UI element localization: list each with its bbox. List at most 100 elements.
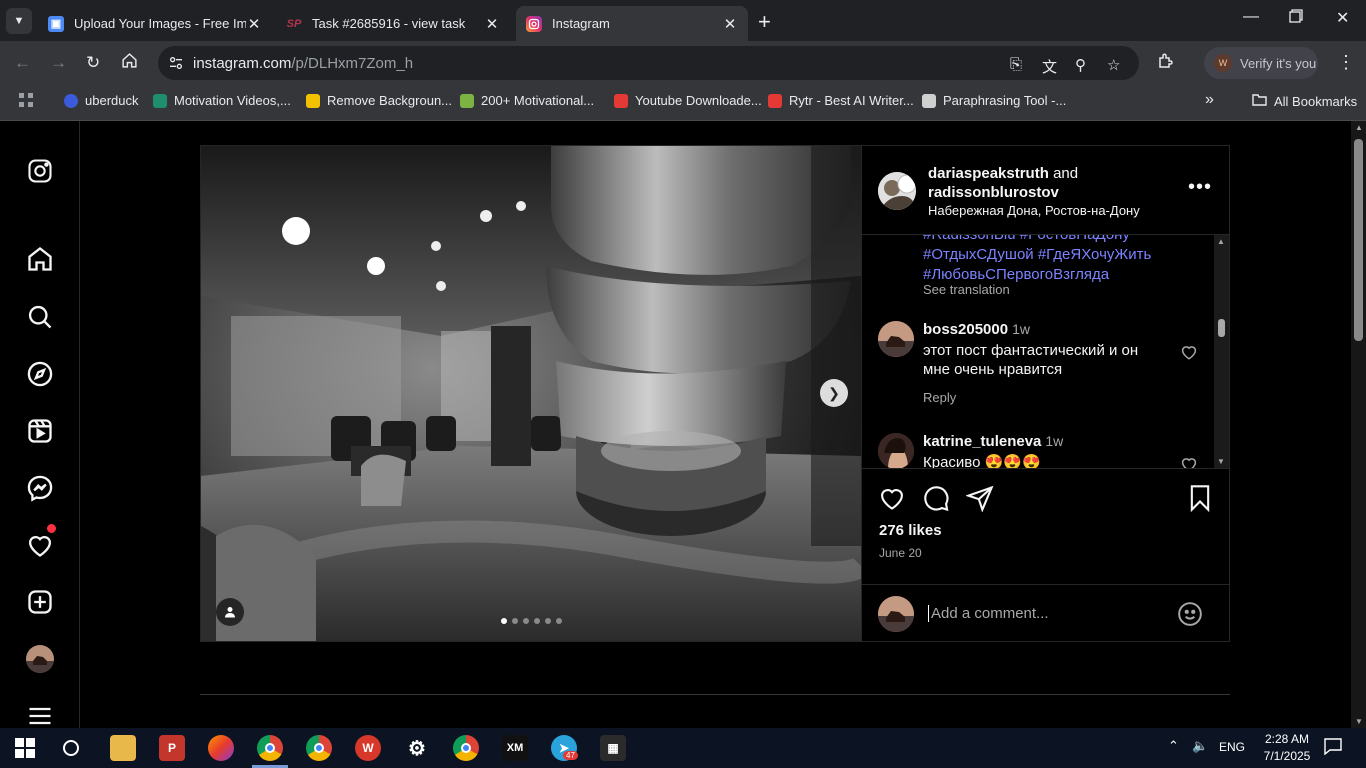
new-tab-button[interactable]: + <box>758 9 771 35</box>
search-icon[interactable] <box>26 303 54 331</box>
system-clock[interactable]: 2:28 AM 7/1/2025 <box>1259 731 1315 765</box>
close-window-icon[interactable]: ✕ <box>1336 8 1349 28</box>
create-post-icon[interactable] <box>26 588 54 616</box>
save-bookmark-icon[interactable] <box>1186 484 1214 513</box>
minimize-icon[interactable]: — <box>1243 8 1259 26</box>
post-options-icon[interactable]: ••• <box>1188 176 1212 199</box>
post-date[interactable]: June 20 <box>879 546 922 560</box>
page-scrollbar-thumb[interactable] <box>1354 139 1363 341</box>
bookmark-uberduck[interactable]: uberduck <box>64 93 138 108</box>
zoom-icon[interactable]: ⚲ <box>1075 56 1086 74</box>
tab-instagram[interactable]: Instagram ✕ <box>516 6 748 41</box>
coauthor-username[interactable]: radissonblurostov <box>928 184 1059 201</box>
tray-overflow-icon[interactable]: ⌃ <box>1168 738 1179 754</box>
address-bar[interactable]: instagram.com/p/DLHxm7Zom_h ⎘ 文 ⚲ ☆ <box>158 46 1139 80</box>
reload-icon[interactable]: ↻ <box>86 53 100 73</box>
file-explorer-icon[interactable] <box>110 735 136 761</box>
windows-start-icon[interactable] <box>12 735 38 761</box>
back-arrow-icon[interactable]: ← <box>14 53 31 73</box>
explore-icon[interactable] <box>26 360 54 388</box>
like-heart-icon[interactable] <box>878 484 906 512</box>
carousel-next-button[interactable]: ❯ <box>820 379 848 407</box>
wps-presentation-icon[interactable]: P <box>159 735 185 761</box>
site-info-icon[interactable] <box>168 55 184 76</box>
bookmark-rytr[interactable]: Rytr - Best AI Writer... <box>768 93 914 108</box>
notifications-center-icon[interactable] <box>1324 737 1342 758</box>
commenter-avatar[interactable] <box>878 321 914 357</box>
settings-gear-icon[interactable]: ⚙ <box>404 735 430 761</box>
like-comment-icon[interactable] <box>1180 455 1198 468</box>
likes-count[interactable]: 276 likes <box>879 522 942 539</box>
reels-icon[interactable] <box>26 417 54 445</box>
notifications-heart-icon[interactable] <box>26 531 54 559</box>
close-tab-icon[interactable]: ✕ <box>484 15 500 33</box>
reply-button[interactable]: Reply <box>923 390 956 405</box>
comment-time[interactable]: 1w <box>1012 321 1030 337</box>
tab-task[interactable]: SP Task #2685916 - view task ✕ <box>276 6 510 41</box>
comment-user[interactable]: boss205000 <box>923 321 1008 338</box>
page-scrollbar[interactable]: ▲ ▼ <box>1351 121 1366 728</box>
post-photo[interactable]: ❯ <box>201 146 861 641</box>
close-tab-icon[interactable]: ✕ <box>722 15 738 33</box>
comments-scrollbar[interactable]: ▲ ▼ <box>1214 235 1229 468</box>
commenter-avatar[interactable] <box>878 433 914 468</box>
share-paper-plane-icon[interactable] <box>965 484 994 513</box>
author-username[interactable]: dariaspeakstruth <box>928 165 1049 182</box>
bookmark-motivational[interactable]: 200+ Motivational... <box>460 93 594 108</box>
bookmark-remove-bg[interactable]: Remove Backgroun... <box>306 93 452 108</box>
extensions-icon[interactable] <box>1157 52 1175 74</box>
messenger-icon[interactable] <box>26 474 54 502</box>
bookmark-youtube-downloader[interactable]: Youtube Downloade... <box>614 93 762 108</box>
bookmark-star-icon[interactable]: ☆ <box>1107 56 1120 74</box>
calculator-icon[interactable]: ▦ <box>600 735 626 761</box>
home-icon[interactable] <box>26 245 54 273</box>
apps-grid-icon[interactable] <box>18 92 34 108</box>
comment-time[interactable]: 1w <box>1045 433 1063 449</box>
comment-user[interactable]: katrine_tuleneva <box>923 433 1041 450</box>
bookmark-motivation[interactable]: Motivation Videos,... <box>153 93 291 108</box>
scroll-down-icon[interactable]: ▼ <box>1217 457 1225 466</box>
comment-username[interactable]: boss205000 1w <box>923 321 1030 338</box>
install-app-icon[interactable]: ⎘ <box>1010 56 1022 73</box>
more-bookmarks-icon[interactable]: » <box>1205 91 1214 109</box>
scroll-up-icon[interactable]: ▲ <box>1355 123 1363 132</box>
scroll-down-icon[interactable]: ▼ <box>1355 717 1363 726</box>
profile-avatar[interactable] <box>26 645 54 673</box>
restore-icon[interactable] <box>1289 9 1303 28</box>
author-avatar[interactable] <box>878 172 916 210</box>
close-tab-icon[interactable]: ✕ <box>246 15 262 33</box>
add-comment-input[interactable]: Add a comment... <box>928 605 1049 622</box>
bookmark-paraphrasing[interactable]: Paraphrasing Tool -... <box>922 93 1066 108</box>
profile-verify-button[interactable]: W Verify it's you <box>1204 47 1318 79</box>
scroll-up-icon[interactable]: ▲ <box>1217 237 1225 246</box>
chrome-second-profile-icon[interactable] <box>453 735 479 761</box>
like-comment-icon[interactable] <box>1180 343 1198 361</box>
instagram-logo-icon[interactable] <box>26 157 54 185</box>
comment-bubble-icon[interactable] <box>922 484 950 512</box>
tab-upload-images[interactable]: ▣ Upload Your Images - Free Imag ✕ <box>38 6 272 41</box>
hashtag-line[interactable]: #RadissonBlu #РостовНаДону <box>923 235 1213 245</box>
post-location[interactable]: Набережная Дона, Ростов-на-Дону <box>928 203 1140 218</box>
url-text[interactable]: instagram.com/p/DLHxm7Zom_h <box>193 55 413 72</box>
xm-trading-icon[interactable]: XM <box>502 735 528 761</box>
see-translation-link[interactable]: See translation <box>923 282 1010 297</box>
translate-icon[interactable]: 文 <box>1042 56 1057 77</box>
comment-username[interactable]: katrine_tuleneva 1w <box>923 433 1063 450</box>
comments-scrollbar-thumb[interactable] <box>1218 319 1225 337</box>
more-menu-icon[interactable] <box>26 702 54 728</box>
chrome-profile-icon[interactable] <box>257 735 283 761</box>
all-bookmarks[interactable]: All Bookmarks <box>1252 93 1357 109</box>
hashtag-line[interactable]: #ОтдыхСДушой #ГдеЯХочуЖить <box>923 245 1213 265</box>
input-language[interactable]: ENG <box>1219 740 1245 754</box>
home-icon[interactable] <box>121 52 138 74</box>
wps-office-icon[interactable]: W <box>355 735 381 761</box>
emoji-picker-icon[interactable] <box>1177 601 1203 627</box>
tab-search-button[interactable]: ▼ <box>6 8 32 34</box>
volume-icon[interactable]: 🔈 <box>1192 738 1208 754</box>
chrome-icon[interactable] <box>306 735 332 761</box>
cortana-search-icon[interactable] <box>58 735 84 761</box>
forward-arrow-icon[interactable]: → <box>50 53 67 73</box>
firefox-icon[interactable] <box>208 735 234 761</box>
menu-kebab-icon[interactable]: ⋮ <box>1337 52 1355 73</box>
tagged-users-button[interactable] <box>216 598 244 626</box>
